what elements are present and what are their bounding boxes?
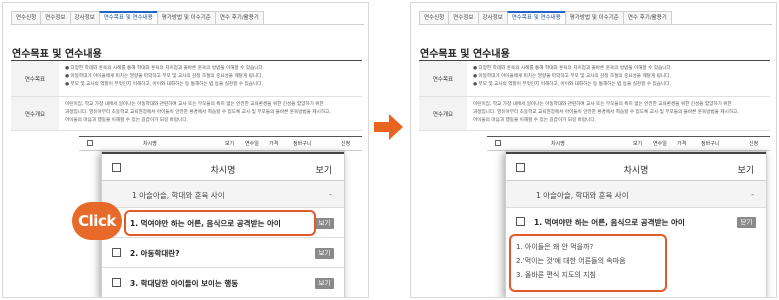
session-name[interactable]: 1. 먹여야만 하는 어른, 음식으로 공격받는 아이 bbox=[534, 217, 685, 228]
click-badge: Click bbox=[72, 202, 122, 240]
arrow-right-icon bbox=[374, 114, 403, 140]
detail-item: 2.'먹이는 것'에 대한 어른들의 속마음 bbox=[516, 257, 626, 265]
tab-course-info[interactable]: 연수정보 bbox=[448, 11, 479, 24]
col-view: 보기 bbox=[633, 141, 643, 147]
summary-line: 어린이집, 학교 가정 내에서 일어나는 아동학대와 관련하여 교사 또는 부모… bbox=[473, 102, 732, 107]
tab-reviews[interactable]: 연수 후기/활용기 bbox=[622, 11, 672, 24]
col-date: 연수일 bbox=[653, 141, 667, 147]
card-header-view: 보기 bbox=[737, 166, 754, 176]
summary-label: 연수개요 bbox=[11, 97, 59, 130]
goal-text: ● 다양한 학대와 훈육의 사례를 통해 학대와 훈육의 차이점과 올바른 훈육… bbox=[65, 65, 358, 89]
session-row[interactable]: 3. 학대당한 아이들이 보이는 행동 보기 bbox=[102, 268, 344, 297]
tab-apply[interactable]: 연수신청 bbox=[419, 11, 450, 24]
card-header-name: 차시명 bbox=[623, 166, 649, 176]
summary-row: 연수개요 어린이집, 학교 가정 내에서 일어나는 아동학대와 관련하여 교사 … bbox=[11, 97, 362, 131]
goal-line: ● 부모 및 교사의 역할이 무엇인지 이해하고, 아이와 대화하는 등 통해하… bbox=[473, 82, 671, 87]
detail-item: 3. 올바른 편식 지도의 지침 bbox=[516, 271, 596, 279]
col-view: 보기 bbox=[225, 141, 235, 147]
col-cart: 정바구니 bbox=[293, 141, 312, 147]
chapter-row: 1 아슬아슬, 학대와 훈육 사이 - bbox=[102, 181, 344, 208]
session-row[interactable]: 2. 아동학대란? 보기 bbox=[102, 238, 344, 268]
checkbox-icon[interactable] bbox=[112, 278, 121, 287]
tab-bar: 연수신청 연수정보 강사정보 연수목표 및 연수내용 평가방법 및 이수기준 연… bbox=[11, 11, 364, 25]
session-name[interactable]: 3. 학대당한 아이들이 보이는 행동 bbox=[130, 278, 238, 289]
session-table-header: 차시명 보기 연수일 가격 정바구니 신청 bbox=[79, 136, 362, 151]
summary-text: 어린이집, 학교 가정 내에서 일어나는 아동학대와 관련하여 교사 또는 부모… bbox=[65, 101, 358, 125]
tab-bar: 연수신청 연수정보 강사정보 연수목표 및 연수내용 평가방법 및 이수기준 연… bbox=[419, 11, 772, 25]
close-button[interactable]: 닫기 bbox=[737, 217, 756, 228]
col-apply: 신청 bbox=[749, 141, 759, 147]
summary-line: 과정입니다. 영유아부터 초등학교 교육현장에서 아이들이 안전한 환경에서 학… bbox=[473, 110, 739, 115]
session-card: 차시명 보기 1 아슬아슬, 학대와 훈육 사이 - 1. 먹여야만 하는 어른… bbox=[101, 151, 345, 297]
tab-goals[interactable]: 연수목표 및 연수내용 bbox=[506, 11, 566, 24]
detail-item: 1. 아이들은 왜 안 먹을까? bbox=[516, 243, 594, 251]
tab-reviews[interactable]: 연수 후기/활용기 bbox=[214, 11, 264, 24]
col-date: 연수일 bbox=[245, 141, 259, 147]
tab-evaluation[interactable]: 평가방법 및 이수기준 bbox=[156, 11, 216, 24]
goal-line: ● 다양한 학대와 훈육의 사례를 통해 학대와 훈육의 차이점과 올바른 훈육… bbox=[473, 66, 673, 71]
card-header-name: 차시명 bbox=[210, 166, 236, 176]
page-title: 연수목표 및 연수내용 bbox=[12, 49, 102, 60]
tab-instructor[interactable]: 강사정보 bbox=[69, 11, 100, 24]
chapter-view: - bbox=[751, 190, 754, 199]
col-name: 차시명 bbox=[551, 141, 565, 147]
card-header-view: 보기 bbox=[315, 166, 332, 176]
summary-line: 어린이집, 학교 가정 내에서 일어나는 아동학대와 관련하여 교사 또는 부모… bbox=[65, 102, 324, 107]
tab-course-info[interactable]: 연수정보 bbox=[40, 11, 71, 24]
session-table-header: 차시명 보기 연수일 가격 정바구니 신청 bbox=[487, 136, 770, 151]
checkbox-icon[interactable] bbox=[87, 140, 93, 148]
checkbox-icon[interactable] bbox=[495, 140, 501, 148]
page-title: 연수목표 및 연수내용 bbox=[420, 49, 510, 60]
tab-evaluation[interactable]: 평가방법 및 이수기준 bbox=[564, 11, 624, 24]
summary-line: 과정입니다. 영유아부터 초등학교 교육현장에서 아이들이 안전한 환경에서 학… bbox=[65, 110, 331, 115]
col-name: 차시명 bbox=[143, 141, 157, 147]
view-button[interactable]: 보기 bbox=[315, 218, 334, 229]
card-header: 차시명 보기 bbox=[102, 152, 344, 181]
goal-line: ● 부모 및 교사의 역할이 무엇인지 이해하고, 아이와 대화하는 등 통해하… bbox=[65, 82, 263, 87]
chapter-view: - bbox=[329, 190, 332, 199]
col-cart: 정바구니 bbox=[701, 141, 720, 147]
after-panel: 연수신청 연수정보 강사정보 연수목표 및 연수내용 평가방법 및 이수기준 연… bbox=[410, 2, 777, 298]
goal-label: 연수목표 bbox=[11, 61, 59, 96]
summary-row: 연수개요 어린이집, 학교 가정 내에서 일어나는 아동학대와 관련하여 교사 … bbox=[419, 97, 770, 131]
tab-apply[interactable]: 연수신청 bbox=[11, 11, 42, 24]
col-price: 가격 bbox=[677, 141, 687, 147]
chapter-name: 1 아슬아슬, 학대와 훈육 사이 bbox=[536, 191, 629, 200]
goal-row: 연수목표 ● 다양한 학대와 훈육의 사례를 통해 학대와 훈육의 차이점과 올… bbox=[11, 61, 362, 97]
chapter-name: 1 아슬아슬, 학대와 훈육 사이 bbox=[132, 191, 225, 200]
session-card: 차시명 보기 1 아슬아슬, 학대와 훈육 사이 - 1. 먹여야만 하는 어른… bbox=[505, 151, 767, 297]
checkbox-icon[interactable] bbox=[516, 217, 525, 226]
goal-line: ● 아동학대가 아이들에게 미치는 영향을 파악하고 부모 및 교사의 감정 조… bbox=[473, 74, 671, 79]
col-apply: 신청 bbox=[341, 141, 351, 147]
before-panel: 연수신청 연수정보 강사정보 연수목표 및 연수내용 평가방법 및 이수기준 연… bbox=[2, 2, 369, 298]
col-price: 가격 bbox=[269, 141, 279, 147]
card-header: 차시명 보기 bbox=[506, 152, 766, 181]
goal-row: 연수목표 ● 다양한 학대와 훈육의 사례를 통해 학대와 훈육의 차이점과 올… bbox=[419, 61, 770, 97]
goal-line: ● 아동학대가 아이들에게 미치는 영향을 파악하고 부모 및 교사의 감정 조… bbox=[65, 74, 263, 79]
summary-line: 아이들의 마음과 행동을 이해할 수 있는 길잡이가 되길 바랍니다. bbox=[473, 118, 597, 123]
summary-label: 연수개요 bbox=[419, 97, 467, 130]
tab-goals[interactable]: 연수목표 및 연수내용 bbox=[98, 11, 158, 24]
goal-label: 연수목표 bbox=[419, 61, 467, 96]
goal-text: ● 다양한 학대와 훈육의 사례를 통해 학대와 훈육의 차이점과 올바른 훈육… bbox=[473, 65, 766, 89]
tab-instructor[interactable]: 강사정보 bbox=[477, 11, 508, 24]
view-button[interactable]: 보기 bbox=[315, 248, 334, 259]
view-button[interactable]: 보기 bbox=[315, 278, 334, 289]
checkbox-icon[interactable] bbox=[112, 248, 121, 257]
session-name[interactable]: 2. 아동학대란? bbox=[130, 248, 180, 259]
chapter-row: 1 아슬아슬, 학대와 훈육 사이 - bbox=[506, 181, 766, 208]
goal-line: ● 다양한 학대와 훈육의 사례를 통해 학대와 훈육의 차이점과 올바른 훈육… bbox=[65, 66, 265, 71]
summary-line: 아이들의 마음과 행동을 이해할 수 있는 길잡이가 되길 바랍니다. bbox=[65, 118, 189, 123]
session-row[interactable]: 1. 먹여야만 하는 어른, 음식으로 공격받는 아이 닫기 bbox=[506, 208, 766, 234]
click-highlight bbox=[124, 210, 316, 236]
summary-text: 어린이집, 학교 가정 내에서 일어나는 아동학대와 관련하여 교사 또는 부모… bbox=[473, 101, 766, 125]
expanded-details: 1. 아이들은 왜 안 먹을까? 2.'먹이는 것'에 대한 어른들의 속마음 … bbox=[509, 234, 667, 292]
